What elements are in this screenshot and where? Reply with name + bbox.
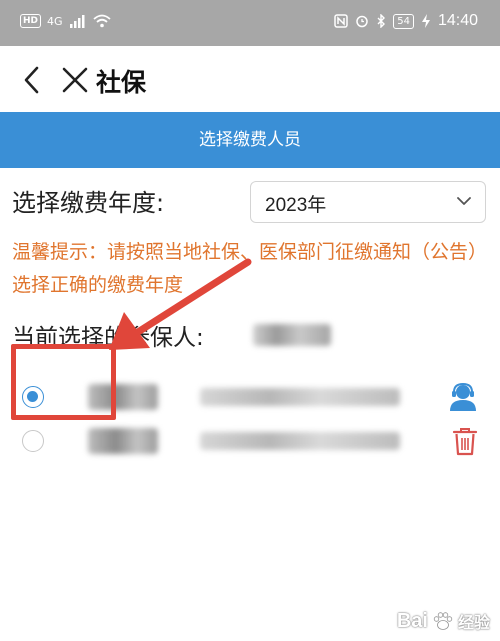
watermark-brand: Bai xyxy=(396,609,428,632)
paw-icon xyxy=(433,612,453,630)
annotation-arrow xyxy=(109,258,252,350)
watermark-suffix: 经验 xyxy=(457,613,490,632)
watermark: Bai 经验 xyxy=(397,609,490,633)
annotation-highlight-box xyxy=(11,344,116,420)
